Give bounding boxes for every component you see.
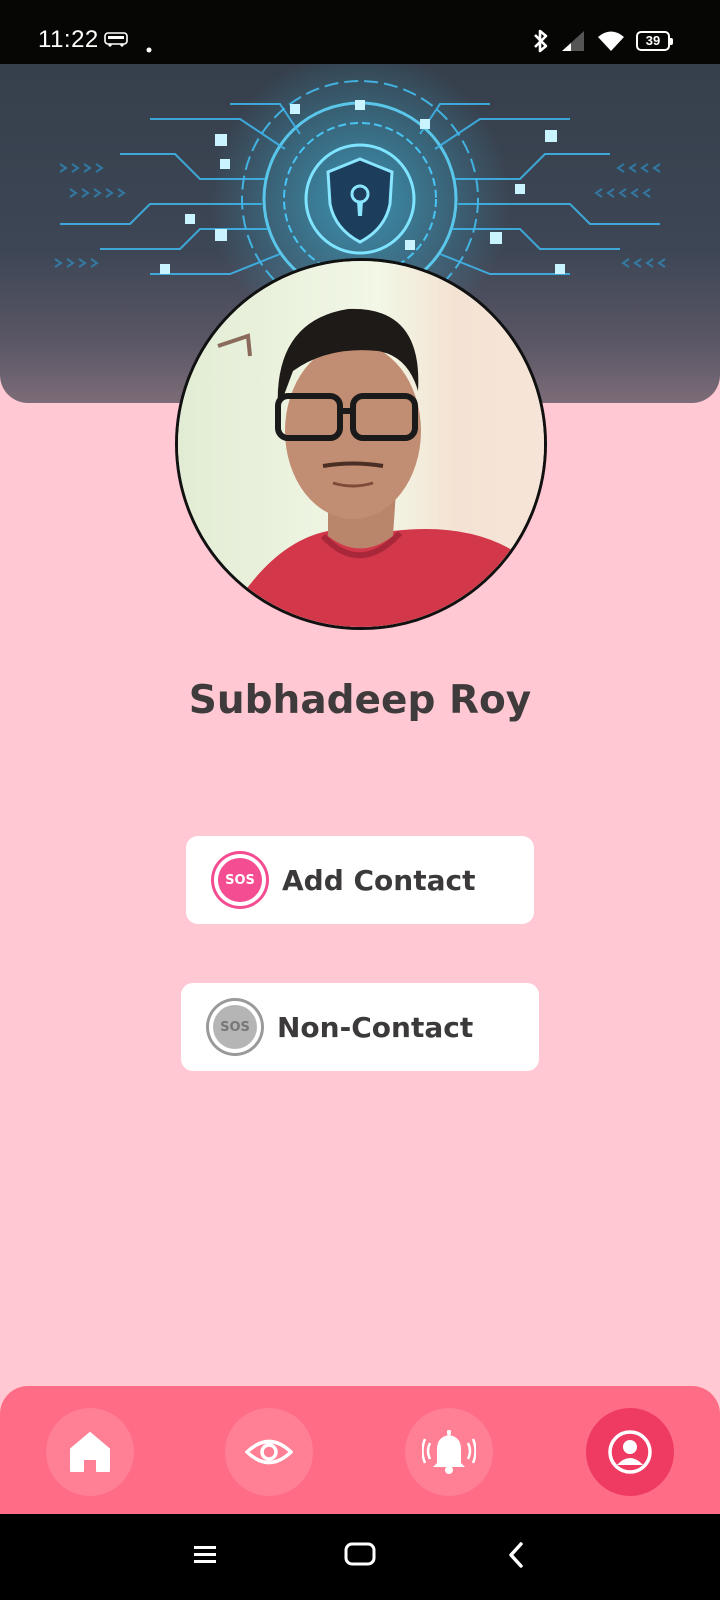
eye-icon xyxy=(245,1439,293,1465)
bottom-navigation xyxy=(0,1386,720,1514)
sos-inactive-icon: SOS xyxy=(209,1001,261,1053)
back-chevron-icon[interactable] xyxy=(508,1542,524,1572)
nav-home[interactable] xyxy=(46,1408,134,1496)
nav-alarm[interactable] xyxy=(405,1408,493,1496)
non-contact-button[interactable]: SOS Non-Contact xyxy=(181,983,539,1071)
user-name: Subhadeep Roy xyxy=(188,678,532,723)
status-bar: 11:22 39 xyxy=(0,0,720,64)
nav-view[interactable] xyxy=(225,1408,313,1496)
add-contact-button[interactable]: SOS Add Contact xyxy=(186,836,534,924)
home-square-icon[interactable] xyxy=(344,1542,376,1570)
system-navigation-bar xyxy=(0,1514,720,1600)
profile-avatar[interactable] xyxy=(175,258,547,630)
dot-icon xyxy=(146,38,152,57)
alarm-bell-icon xyxy=(422,1430,476,1474)
bluetooth-icon xyxy=(532,28,550,58)
battery-icon: 39 xyxy=(636,31,673,51)
profile-icon xyxy=(608,1430,652,1474)
signal-icon xyxy=(560,30,586,56)
wifi-icon xyxy=(597,30,625,56)
non-contact-label: Non-Contact xyxy=(277,1010,474,1044)
status-time: 11:22 xyxy=(38,26,99,53)
redbus-notification-icon xyxy=(104,31,128,51)
home-icon xyxy=(70,1432,110,1472)
add-contact-label: Add Contact xyxy=(282,863,476,897)
sos-active-icon: SOS xyxy=(214,854,266,906)
recents-menu-icon[interactable] xyxy=(193,1542,217,1570)
nav-profile[interactable] xyxy=(586,1408,674,1496)
profile-photo xyxy=(178,261,544,627)
